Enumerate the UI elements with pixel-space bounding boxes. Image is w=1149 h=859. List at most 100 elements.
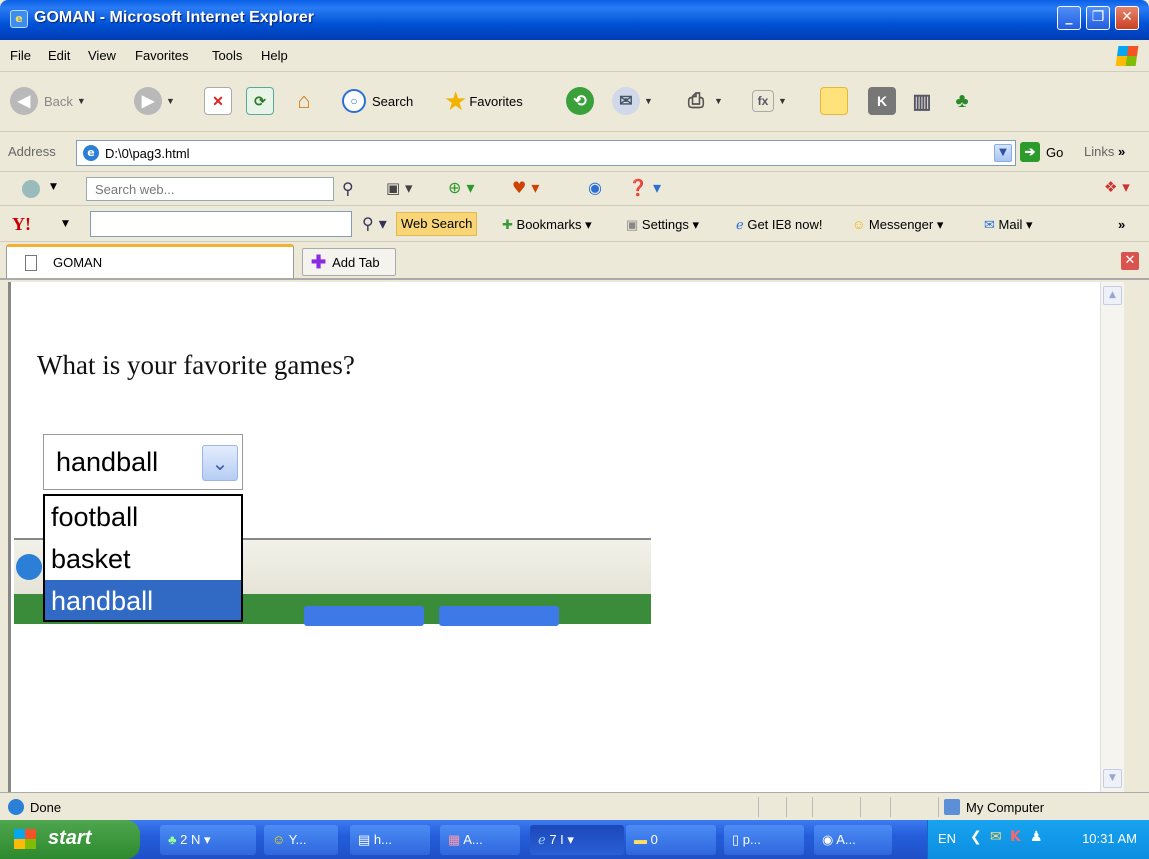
tray-kaspersky-icon[interactable]: K <box>1010 829 1021 845</box>
yahoo-search-input[interactable] <box>90 211 352 237</box>
search-icon: ○ <box>342 89 366 113</box>
chevron-down-icon[interactable]: ⌄ <box>202 445 238 481</box>
mail-button[interactable]: ✉ ▼ <box>612 86 653 116</box>
minimize-button[interactable]: _ <box>1057 6 1081 30</box>
menu-favorites[interactable]: Favorites <box>135 48 188 63</box>
zone-text: My Computer <box>966 800 1045 815</box>
get-ie8-label: Get IE8 now! <box>747 217 823 232</box>
start-button[interactable]: start <box>0 820 140 859</box>
menu-view[interactable]: View <box>88 48 116 63</box>
kaspersky-button[interactable]: K <box>868 86 896 116</box>
taskbar-item[interactable]: ▤ h... <box>350 825 430 855</box>
vertical-scrollbar[interactable]: ▲ ▼ <box>1100 282 1124 792</box>
scroll-up-icon[interactable]: ▲ <box>1103 286 1122 305</box>
clock: 10:31 AM <box>1082 831 1137 846</box>
close-button[interactable]: ✕ <box>1115 6 1139 30</box>
ie8-icon: ℯ <box>736 217 744 232</box>
option-football[interactable]: football <box>45 496 241 538</box>
web-search-input[interactable]: Search web... <box>86 177 334 201</box>
print-dropdown-icon[interactable]: ▼ <box>714 96 723 106</box>
status-separator <box>786 797 787 817</box>
edit-icon: fx <box>752 90 774 112</box>
forward-dropdown-icon[interactable]: ▼ <box>166 96 175 106</box>
home-button[interactable]: ⌂ <box>290 86 318 116</box>
window-title: GOMAN - Microsoft Internet Explorer <box>34 9 315 26</box>
scroll-down-icon[interactable]: ▼ <box>1103 769 1122 788</box>
help-icon[interactable]: ❓ ▾ <box>628 178 661 197</box>
print-icon: ⎙ <box>688 89 704 112</box>
tray-expand-icon[interactable]: ❮ <box>970 829 982 845</box>
web-search-button[interactable]: Web Search <box>396 212 478 236</box>
toolbar-menu-dropdown-icon[interactable]: ▼ <box>50 182 57 192</box>
menu-help[interactable]: Help <box>261 48 288 63</box>
games-select[interactable]: handball ⌄ <box>43 434 243 490</box>
maximize-button[interactable]: ❐ <box>1086 6 1110 30</box>
popup-blocker-icon[interactable]: ▣ ▾ <box>386 179 412 197</box>
mail-dropdown-icon[interactable]: ▼ <box>644 96 653 106</box>
status-separator <box>812 797 813 817</box>
back-dropdown-icon[interactable]: ▼ <box>77 96 86 106</box>
taskbar-item[interactable]: ☺ Y... <box>264 825 338 855</box>
taskbar-item[interactable]: ▦ A... <box>440 825 520 855</box>
history-button[interactable]: ⟲ <box>566 86 594 116</box>
option-handball[interactable]: handball <box>45 580 241 620</box>
settings-button[interactable]: ▣ Settings ▾ <box>626 217 699 233</box>
mail-link-button[interactable]: ✉ Mail ▾ <box>984 217 1033 233</box>
add-tab-button[interactable]: ✚ Add Tab <box>302 248 396 276</box>
tab-goman[interactable]: GOMAN <box>6 244 294 278</box>
menu-edit[interactable]: Edit <box>48 48 70 63</box>
forward-button[interactable]: ▶ ▼ <box>134 86 175 116</box>
folder-icon: ▬ <box>634 832 647 847</box>
go-button[interactable]: ➔ Go <box>1020 142 1063 162</box>
yahoo-logo-icon[interactable]: Y! <box>12 214 31 235</box>
get-ie8-button[interactable]: ℯ Get IE8 now! <box>736 217 822 233</box>
ie-task-icon: ℯ <box>538 832 546 847</box>
bookmarks-label: Bookmarks <box>516 217 582 232</box>
favorites-button[interactable]: ★ Favorites <box>444 86 523 116</box>
bookmarks-button[interactable]: ✚ Bookmarks ▾ <box>502 217 592 233</box>
option-basket[interactable]: basket <box>45 538 241 580</box>
menu-file[interactable]: File <box>10 48 31 63</box>
document-icon: ▤ <box>358 832 371 847</box>
language-indicator[interactable]: EN <box>938 831 956 846</box>
yahoo-magnifier-icon[interactable]: ⚲ ▾ <box>362 214 387 233</box>
taskbar-item[interactable]: ♣ 2 N ▾ <box>160 825 256 855</box>
notes-button[interactable] <box>820 86 848 116</box>
question-text: What is your favorite games? <box>37 350 355 380</box>
mail-label: Mail <box>998 217 1023 232</box>
links-button[interactable]: Links » <box>1084 144 1125 159</box>
print-button[interactable]: ⎙ ▼ <box>682 86 723 116</box>
toolbar-overflow-icon[interactable]: » <box>1118 217 1125 232</box>
research-button[interactable]: ▥ <box>908 86 936 116</box>
tray-user-icon[interactable]: ♟ <box>1030 829 1043 845</box>
taskbar-item[interactable]: ◉ A... <box>814 825 892 855</box>
tab-bar: GOMAN ✚ Add Tab ✕ <box>0 242 1149 280</box>
back-button[interactable]: ◀ Back ▼ <box>10 86 86 116</box>
address-input[interactable]: e D:\0\pag3.html ▼ <box>76 140 1016 166</box>
edit-button[interactable]: fx ▼ <box>752 86 787 116</box>
tab-label: GOMAN <box>53 255 103 270</box>
magnifier-icon[interactable]: ⚲ <box>342 179 354 198</box>
search-button[interactable]: ○ Search <box>342 86 413 116</box>
system-tray: EN ❮ ✉ K ♟ 10:31 AM <box>927 820 1149 859</box>
menu-tools[interactable]: Tools <box>212 48 242 63</box>
refresh-button[interactable]: ⟳ <box>246 86 274 116</box>
options-icon[interactable]: ◉ <box>588 178 602 197</box>
taskbar-item[interactable]: ▬ 0 <box>626 825 716 855</box>
heart-icon[interactable]: ♥ ▾ <box>512 178 539 197</box>
tray-messenger-icon[interactable]: ✉ <box>990 829 1002 845</box>
taskbar-item[interactable]: ▯ p... <box>724 825 804 855</box>
translate-icon[interactable]: ❖ ▾ <box>1104 178 1130 196</box>
yahoo-menu-dropdown-icon[interactable]: ▼ <box>62 219 69 229</box>
messenger-button[interactable]: ☺ Messenger ▾ <box>852 217 943 233</box>
back-arrow-icon: ◀ <box>10 87 38 115</box>
address-dropdown-icon[interactable]: ▼ <box>994 144 1012 162</box>
status-separator <box>938 797 939 817</box>
stop-button[interactable]: ✕ <box>204 86 232 116</box>
taskbar-item[interactable]: ℯ 7 I ▾ <box>530 825 624 855</box>
close-tab-icon[interactable]: ✕ <box>1121 252 1139 270</box>
add-icon[interactable]: ⊕ ▾ <box>448 178 475 197</box>
messenger-toolbar-button[interactable]: ♣ <box>948 86 976 116</box>
plus-icon: ✚ <box>311 251 327 272</box>
edit-dropdown-icon[interactable]: ▼ <box>778 96 787 106</box>
